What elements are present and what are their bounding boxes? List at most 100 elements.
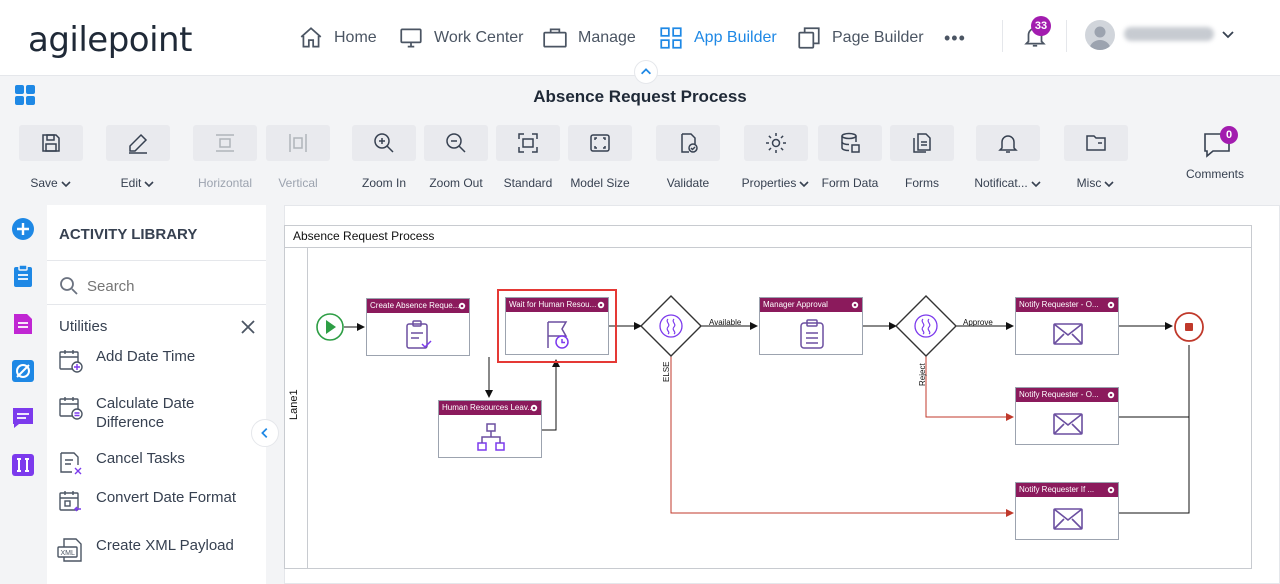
activity-wait-for-hr-response[interactable]: Wait for Human Resou... [497,289,617,363]
comments-label: Comments [1186,167,1245,181]
cancel-tasks-icon [60,452,82,475]
model-size-icon [590,134,610,152]
edit-button[interactable]: Edit [106,125,170,190]
user-icon [1089,26,1111,50]
gear-icon[interactable] [1106,300,1116,310]
align-horizontal-icon [216,134,234,152]
collapse-library-button[interactable] [251,419,279,447]
nav-app-builder[interactable]: App Builder [658,24,777,52]
gear-icon[interactable] [1106,390,1116,400]
activity-notify-requester-rejected[interactable]: Notify Requester - O... [1015,387,1119,445]
agilepoint-logo[interactable]: agilepoint [28,20,192,60]
utilities-section-title: Utilities [59,318,108,335]
misc-button[interactable]: Misc [1064,125,1128,190]
close-icon[interactable] [240,319,256,335]
activity-label: Calculate Date Difference [96,395,195,431]
gear-icon[interactable] [850,300,860,310]
nav-page-builder[interactable]: Page Builder [796,24,924,52]
form-data-button[interactable]: Form Data [818,125,882,190]
subprocess-hierarchy-icon [477,423,505,451]
email-icon [1053,323,1083,345]
text-field-icon[interactable] [11,453,35,477]
zoom-in-button[interactable]: Zoom In [352,125,416,190]
pool-header-divider [284,247,1252,248]
vertical-button[interactable]: Vertical [266,125,330,190]
home-icon [300,27,322,48]
calendar-add-icon [59,350,83,373]
align-vertical-icon [289,134,307,152]
gear-icon[interactable] [596,300,606,310]
chevron-down-icon[interactable] [1220,26,1236,42]
chevron-up-icon [641,68,651,75]
add-circle-icon[interactable] [11,217,35,241]
activity-label: Cancel Tasks [96,450,185,467]
lane-header-divider [307,247,308,569]
svg-text:XML: XML [61,550,76,557]
activity-notify-requester-if[interactable]: Notify Requester If ... [1015,482,1119,540]
activity-title: Manager Approval [763,300,828,309]
standard-button[interactable]: Standard [496,125,560,190]
properties-label: Properties [741,176,797,190]
save-icon [42,134,60,152]
validate-button[interactable]: Validate [656,125,720,190]
zoom-out-icon [446,133,466,153]
activity-label: Convert Date Format [96,489,237,506]
process-settings-icon[interactable] [11,359,35,383]
folder-icon [1086,135,1106,151]
form-icon[interactable] [11,312,35,336]
flow-label-available: Available [709,318,742,327]
gear-icon[interactable] [457,301,467,311]
activity-add-date-time[interactable]: Add Date Time [57,347,262,391]
nav-home[interactable]: Home [298,24,377,52]
pages-icon [798,27,820,49]
chevron-down-icon [1104,181,1114,187]
clipboard-icon[interactable] [11,264,35,288]
properties-button[interactable]: Properties [742,125,809,190]
divider [47,304,266,305]
activity-human-resources-leave[interactable]: Human Resources Leav... [438,400,542,458]
comments-button[interactable]: 0 Comments [1186,126,1250,184]
calendar-equals-icon [59,397,83,420]
calendar-convert-icon [59,491,81,512]
flow-label-approve: Approve [963,318,993,327]
activity-manager-approval[interactable]: Manager Approval [759,297,863,355]
activity-create-absence-request[interactable]: Create Absence Reque... [366,298,470,356]
activity-notify-requester-approved[interactable]: Notify Requester - O... [1015,297,1119,355]
collapse-header-button[interactable] [634,60,658,84]
more-menu-button[interactable]: ••• [944,24,966,52]
nav-page-builder-label: Page Builder [832,29,924,46]
flow-label-else: ELSE [662,361,671,382]
misc-label: Misc [1076,176,1102,190]
page-title: Absence Request Process [533,87,747,106]
flow-label-reject: Reject [918,363,927,386]
user-avatar[interactable] [1085,20,1115,50]
xml-file-icon: XML [57,538,82,562]
nav-work-center[interactable]: Work Center [398,24,524,52]
model-size-button[interactable]: Model Size [568,125,632,190]
activity-create-xml-payload[interactable]: XML Create XML Payload [57,536,262,580]
activity-convert-date-format[interactable]: Convert Date Format [57,488,262,532]
gear-icon[interactable] [529,403,539,413]
notifications-button[interactable]: Notificat... [974,125,1041,190]
forms-icon [913,133,931,153]
search-input[interactable] [87,273,257,299]
chat-icon[interactable] [11,406,35,430]
divider [47,260,266,261]
user-name-blurred[interactable] [1124,27,1214,41]
validate-icon [681,133,698,153]
nav-manage[interactable]: Manage [542,24,636,52]
form-task-icon [406,320,432,349]
activity-calculate-date-difference[interactable]: Calculate Date Difference [57,394,262,438]
zoom-out-button[interactable]: Zoom Out [424,125,488,190]
activity-title: Notify Requester If ... [1019,485,1095,494]
forms-button[interactable]: Forms [890,125,954,190]
zoom-in-icon [374,133,394,153]
activity-cancel-tasks[interactable]: Cancel Tasks [57,449,262,493]
gear-icon[interactable] [1106,485,1116,495]
lane-label: Lane1 [288,389,300,420]
horizontal-button[interactable]: Horizontal [193,125,257,190]
activity-label: Add Date Time [96,348,196,365]
edit-label: Edit [120,176,142,190]
save-button[interactable]: Save [19,125,83,190]
briefcase-icon [543,28,567,48]
